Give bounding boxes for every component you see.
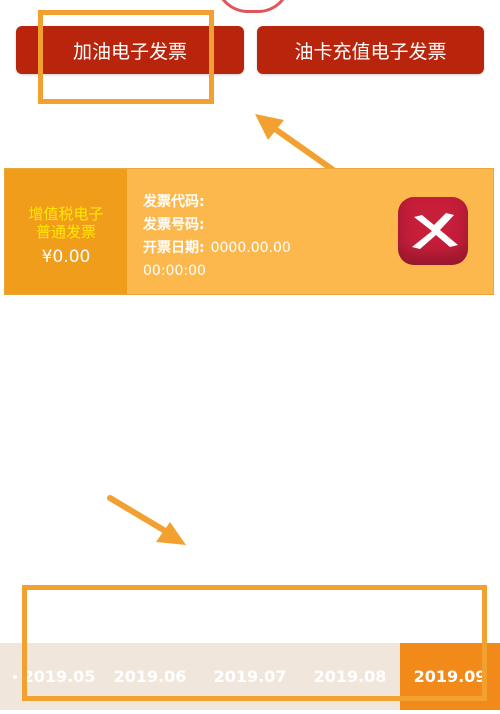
invoice-card[interactable]: 增值税电子 普通发票 ¥0.00 发票代码: 发票号码: 开票日期: 0000.…: [4, 168, 494, 295]
invoice-summary: 增值税电子 普通发票 ¥0.00: [5, 169, 127, 294]
highlight-box-month-bar: [22, 585, 487, 701]
arrow-to-button-head: [255, 114, 284, 140]
invoice-type-line1: 增值税电子: [28, 205, 104, 223]
invoice-time-value: 00:00:00: [143, 263, 206, 279]
invoice-number-label: 发票号码:: [143, 217, 205, 233]
scroll-indicator-dot: [13, 675, 17, 679]
arrow-to-button-line: [265, 121, 339, 175]
close-icon[interactable]: [398, 197, 468, 265]
invoice-code-label: 发票代码:: [143, 194, 205, 210]
invoice-date-label: 开票日期:: [143, 240, 205, 256]
invoice-amount: ¥0.00: [41, 247, 91, 267]
invoice-type-line2: 普通发票: [35, 223, 96, 241]
invoice-details: 发票代码: 发票号码: 开票日期: 0000.00.00 00:00:00: [143, 191, 291, 283]
invoice-date-value: 0000.00.00: [210, 240, 291, 256]
arrow-to-bar-line: [107, 495, 175, 538]
